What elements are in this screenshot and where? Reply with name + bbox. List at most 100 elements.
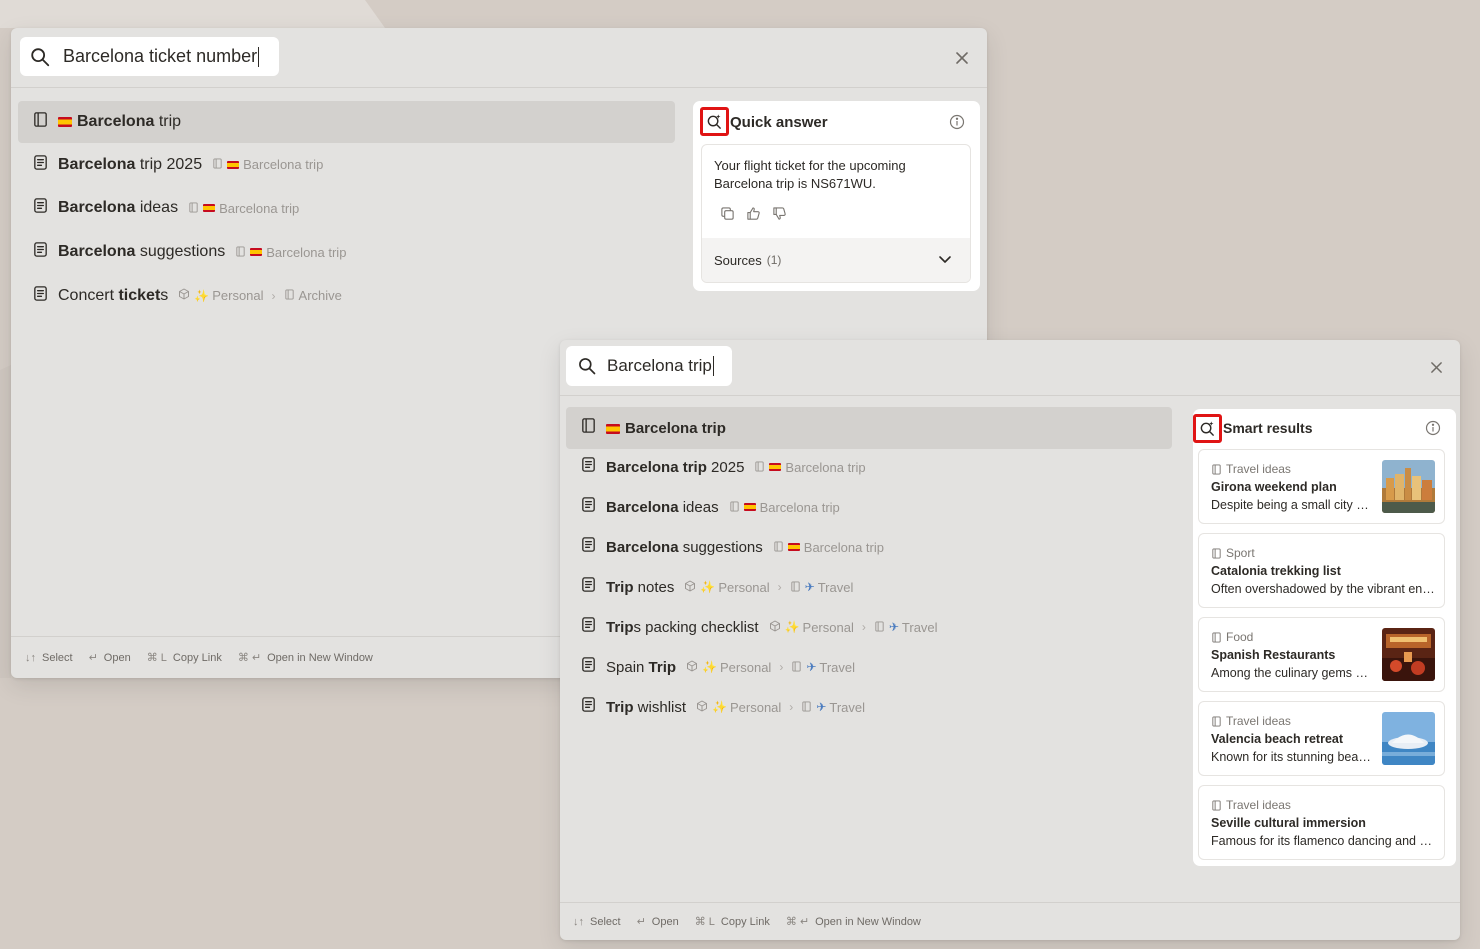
close-button[interactable]	[952, 48, 972, 68]
document-icon	[580, 496, 597, 518]
smart-result-category-label: Food	[1226, 630, 1254, 644]
copy-icon[interactable]	[719, 205, 735, 221]
result-row[interactable]: Barcelona ideas Barcelona trip	[18, 188, 675, 228]
result-title-suffix: trip	[154, 113, 182, 130]
close-icon	[956, 52, 968, 64]
workspace-icon	[686, 660, 698, 675]
breadcrumb-folder: Archive	[298, 288, 342, 304]
shortcut-label: Open	[103, 651, 131, 664]
spain-flag-icon	[769, 463, 782, 471]
thumbs-down-icon[interactable]	[771, 205, 787, 221]
info-icon[interactable]	[1425, 420, 1441, 436]
shortcut-key: ⌘ ↵	[785, 916, 810, 928]
result-title-suffix: s	[160, 286, 169, 304]
thumbs-up-icon[interactable]	[745, 205, 761, 221]
sparkle-icon: ✨	[700, 580, 716, 594]
result-breadcrumb: ✨ Personal › Archive	[178, 288, 342, 303]
airplane-icon: ✈	[888, 620, 899, 634]
workspace-icon	[769, 620, 781, 635]
workspace-icon	[684, 580, 696, 595]
result-row[interactable]: Barcelona suggestions Barcelona trip	[18, 232, 675, 272]
document-icon	[32, 241, 49, 263]
page-icon	[188, 201, 199, 216]
breadcrumb-parent: Barcelona trip	[243, 157, 324, 173]
smart-result-item[interactable]: Travel ideas Valencia beach retreat Known …	[1198, 701, 1445, 776]
smart-result-item[interactable]: Food Spanish Restaurants Among the culinar…	[1198, 617, 1445, 692]
result-title: Barcelona ideas	[58, 199, 178, 217]
result-breadcrumb: Barcelona trip	[754, 460, 866, 475]
result-title-match: Barcelona	[58, 199, 136, 217]
result-row[interactable]: Trip notes ✨ Personal › ✈ Travel	[566, 567, 1172, 607]
sparkle-icon: ✨	[702, 660, 718, 674]
result-title-suffix: 2025	[706, 458, 745, 476]
result-breadcrumb: Barcelona trip	[212, 157, 323, 172]
result-title: Trip notes	[606, 579, 674, 596]
result-title-suffix: suggestions	[678, 538, 763, 556]
shortcut-hint: ⌘ L Copy Link	[147, 651, 222, 665]
result-row[interactable]: Barcelona ideas Barcelona trip	[566, 487, 1172, 527]
result-title-match: Barcelona	[606, 498, 679, 516]
page-icon	[212, 157, 223, 172]
smart-result-category: Travel ideas	[1211, 798, 1291, 812]
ai-search-icon	[700, 107, 729, 136]
smart-results-card: Smart results Travel ideas Girona weekend…	[1193, 409, 1456, 866]
airplane-icon: ✈	[816, 700, 827, 714]
spain-flag-icon	[227, 160, 240, 169]
close-button[interactable]	[1426, 357, 1446, 377]
smart-result-thumbnail	[1382, 460, 1435, 513]
feedback-actions	[719, 205, 787, 221]
page-icon	[32, 111, 49, 133]
result-title: Trip wishlist	[606, 699, 686, 716]
result-title-prefix: Spain	[606, 658, 649, 676]
result-breadcrumb: ✨ Personal › ✈ Travel	[686, 660, 855, 675]
result-title-match: Trip	[648, 658, 677, 676]
smart-result-description: Known for its stunning beaches and moder…	[1211, 750, 1371, 764]
smart-result-item[interactable]: Sport Catalonia trekking list Often oversh…	[1198, 533, 1445, 608]
document-icon	[580, 696, 597, 718]
document-icon	[580, 456, 597, 478]
result-row[interactable]: Trip wishlist ✨ Personal › ✈ Travel	[566, 687, 1172, 727]
result-title-match: Barcelona trip	[606, 458, 707, 476]
smart-result-item[interactable]: Travel ideas Girona weekend plan Despite b…	[1198, 449, 1445, 524]
result-breadcrumb: ✨ Personal › ✈ Travel	[684, 580, 853, 595]
shortcut-key: ↓↑	[573, 915, 584, 928]
result-row[interactable]: Barcelona trip 2025 Barcelona trip	[18, 145, 675, 185]
shortcut-label: Select	[590, 915, 621, 928]
info-icon[interactable]	[949, 114, 965, 130]
workspace-icon	[696, 700, 708, 715]
result-title: Barcelona trip 2025	[58, 156, 202, 174]
result-row[interactable]: Spain Trip ✨ Personal › ✈ Travel	[566, 647, 1172, 687]
smart-result-item[interactable]: Travel ideas Seville cultural immersion Fa…	[1198, 785, 1445, 860]
breadcrumb-workspace: Personal	[802, 619, 854, 635]
search-input[interactable]: Barcelona trip	[566, 346, 732, 386]
result-row[interactable]: Barcelona trip	[18, 101, 675, 143]
result-row[interactable]: Barcelona trip	[566, 407, 1172, 449]
result-breadcrumb: Barcelona trip	[188, 201, 299, 216]
result-title: Barcelona trip	[606, 420, 726, 437]
result-row[interactable]: Barcelona trip 2025 Barcelona trip	[566, 447, 1172, 487]
sources-toggle[interactable]: Sources (1)	[702, 238, 970, 282]
smart-result-title: Catalonia trekking list	[1211, 564, 1341, 578]
spain-flag-icon	[787, 543, 800, 551]
page-icon	[235, 245, 246, 260]
page-icon	[580, 417, 597, 439]
result-breadcrumb: Barcelona trip	[235, 245, 346, 260]
result-title: Barcelona ideas	[606, 499, 719, 516]
chevron-down-icon	[939, 256, 951, 263]
page-icon	[1212, 547, 1221, 559]
result-row[interactable]: Concert tickets ✨ Personal › Archive	[18, 276, 675, 316]
smart-result-title: Valencia beach retreat	[1211, 732, 1344, 746]
result-row[interactable]: Barcelona suggestions Barcelona trip	[566, 527, 1172, 567]
smart-result-description: Often overshadowed by the vibrant energy…	[1211, 582, 1435, 596]
result-row[interactable]: Trips packing checklist ✨ Personal › ✈ Travel	[566, 607, 1172, 647]
search-query: Barcelona trip	[607, 355, 714, 377]
quick-answer-card: Quick answer Your flight ticket for the …	[693, 101, 980, 291]
search-input[interactable]: Barcelona ticket number	[20, 37, 279, 76]
shortcut-hint: ⌘ L Copy Link	[695, 915, 770, 929]
page-icon	[773, 540, 784, 555]
result-title: Barcelona trip 2025	[606, 459, 744, 476]
smart-result-description: Among the culinary gems of the region	[1211, 666, 1371, 680]
workspace-icon	[178, 288, 190, 303]
result-breadcrumb: Barcelona trip	[729, 500, 840, 515]
shortcut-hint: ⌘ ↵ Open in New Window	[238, 651, 373, 665]
